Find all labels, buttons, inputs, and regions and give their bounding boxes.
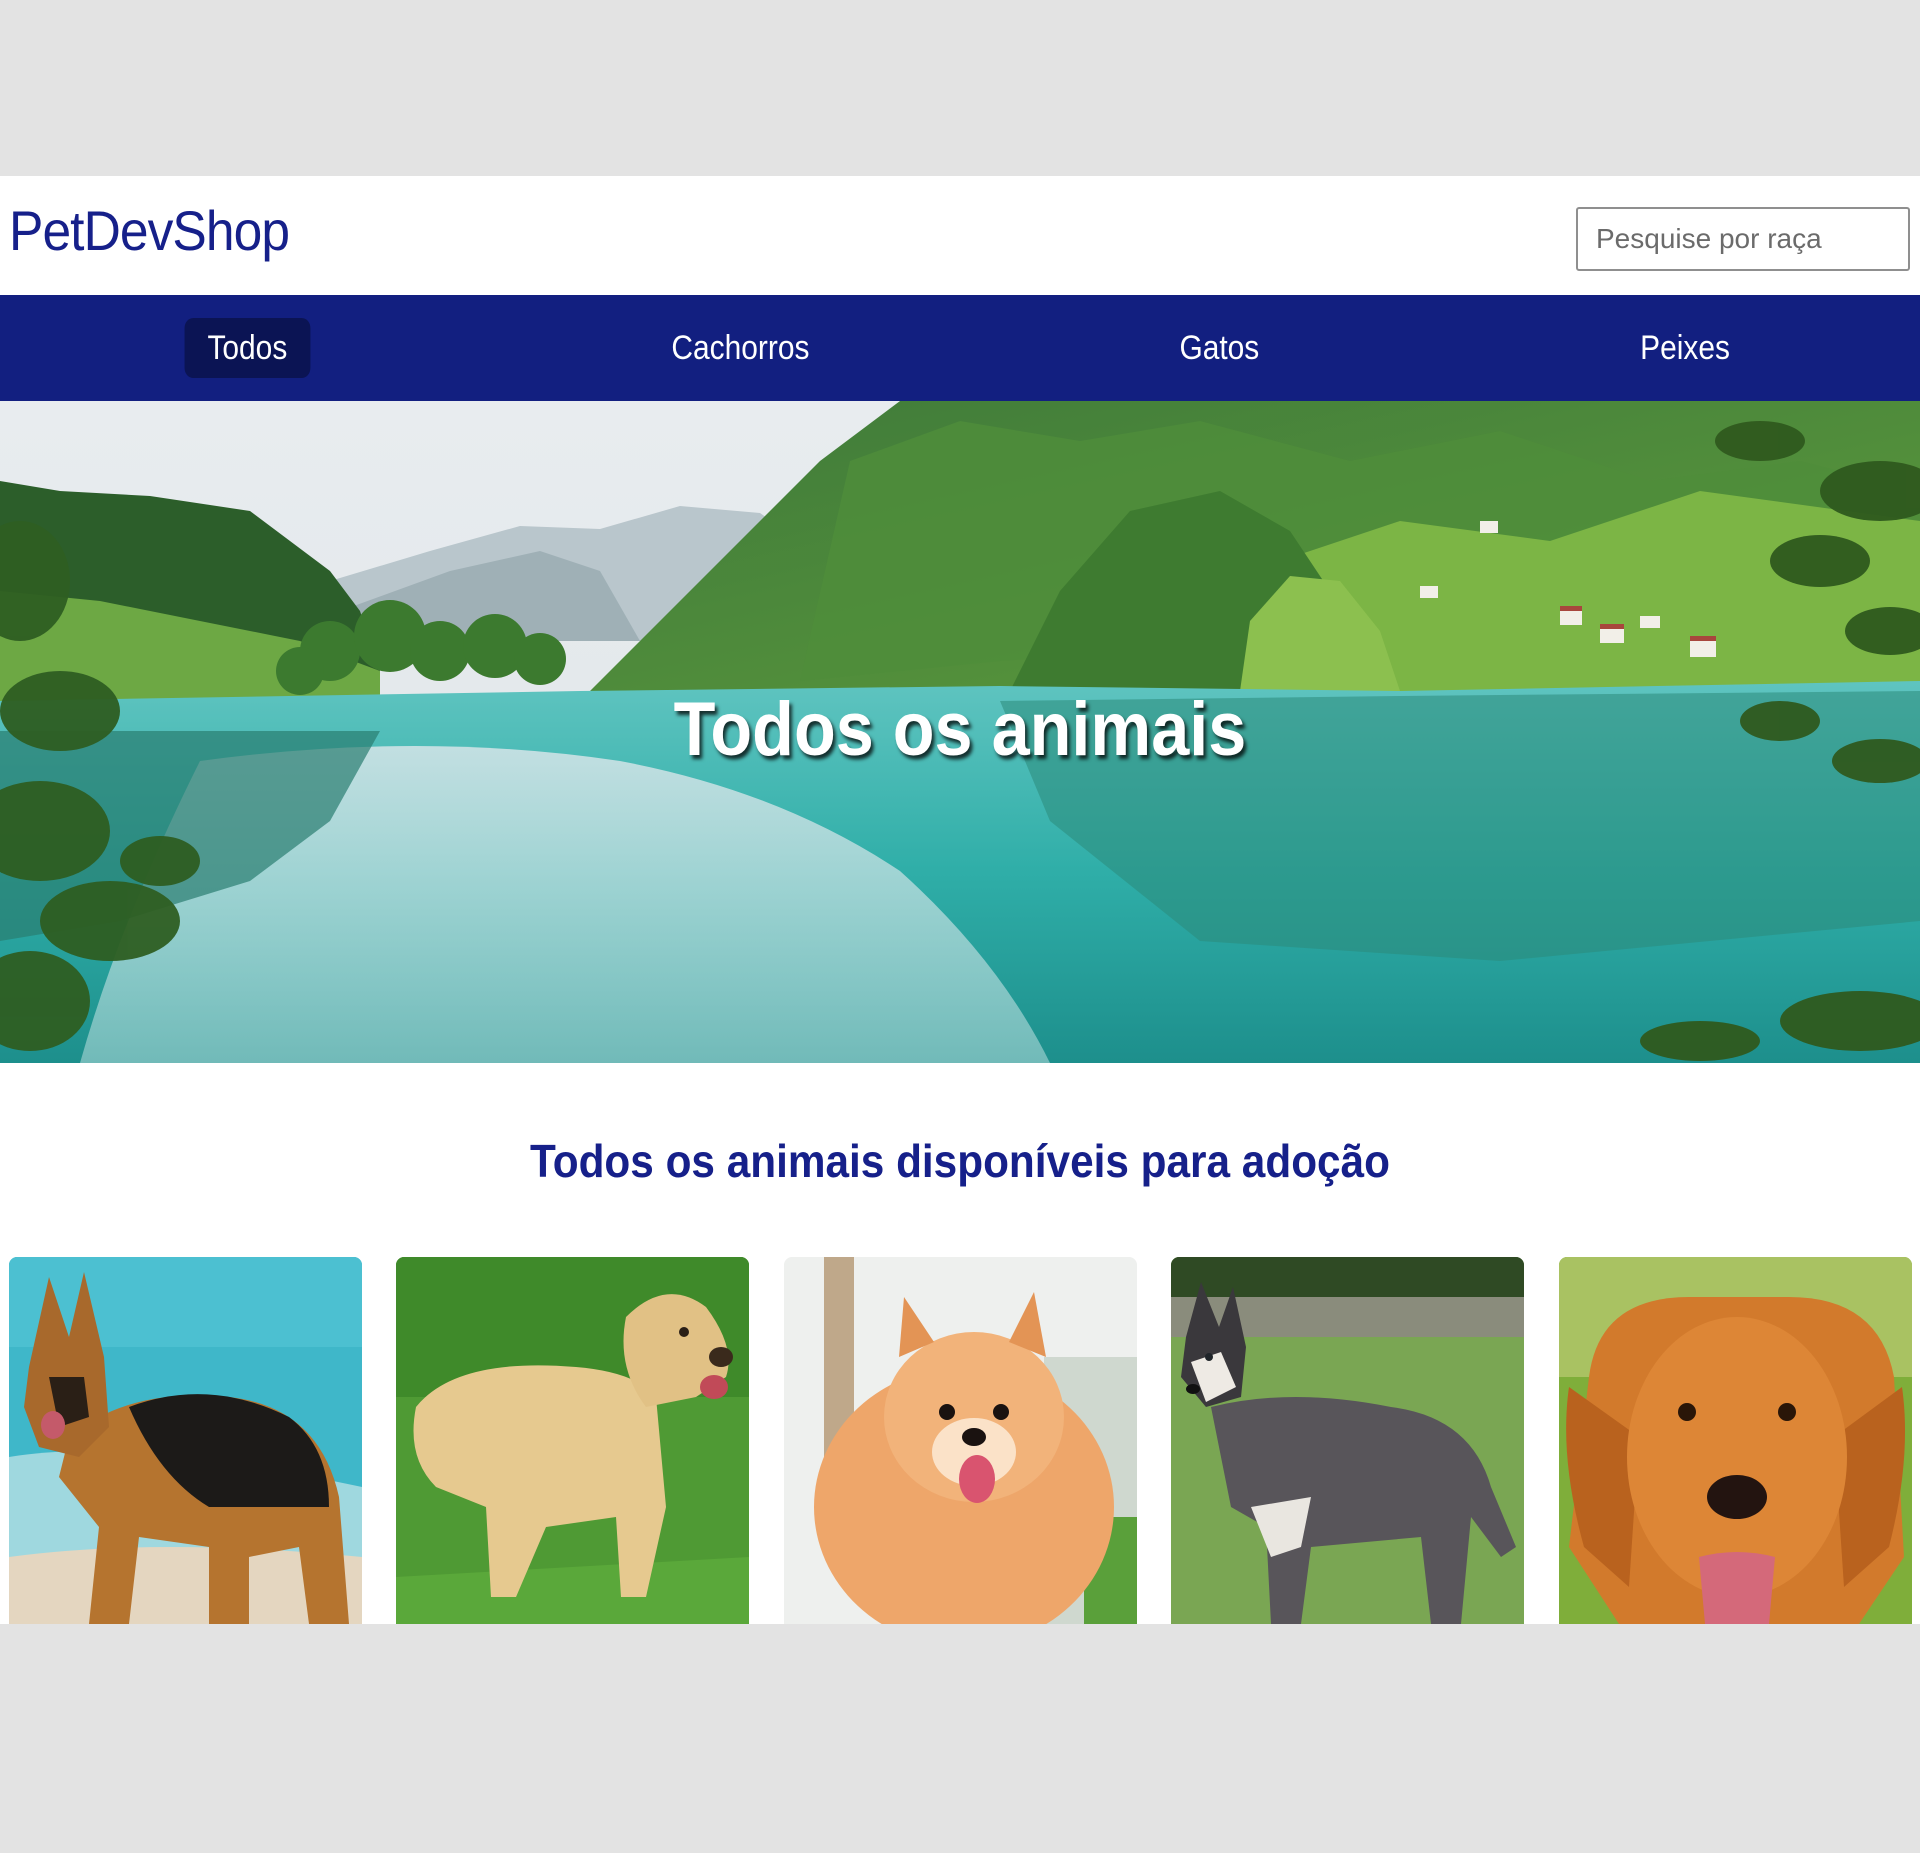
- hero-title: Todos os animais: [673, 687, 1247, 772]
- pet-card-husky[interactable]: [1171, 1257, 1524, 1624]
- german-shepherd-photo: [9, 1257, 362, 1624]
- site-header: PetDevShop: [0, 176, 1920, 295]
- pet-card-pomeranian[interactable]: [784, 1257, 1137, 1624]
- pet-card-golden-retriever[interactable]: [1559, 1257, 1912, 1624]
- pomeranian-photo: [784, 1257, 1137, 1624]
- nav-item-todos[interactable]: Todos: [184, 318, 311, 378]
- golden-retriever-photo: [1559, 1257, 1912, 1624]
- hero-banner: Todos os animais: [0, 401, 1920, 1063]
- site-logo[interactable]: PetDevShop: [9, 198, 290, 263]
- page: PetDevShop Todos Cachorros Gatos Peixes: [0, 176, 1920, 1624]
- section-title: Todos os animais disponíveis para adoção: [530, 1135, 1390, 1187]
- labrador-photo: [396, 1257, 749, 1624]
- nav-item-cachorros[interactable]: Cachorros: [649, 318, 833, 378]
- search-input[interactable]: [1576, 207, 1910, 271]
- category-nav: Todos Cachorros Gatos Peixes: [0, 295, 1920, 401]
- nav-item-peixes[interactable]: Peixes: [1617, 318, 1753, 378]
- husky-photo: [1171, 1257, 1524, 1624]
- nav-item-gatos[interactable]: Gatos: [1157, 318, 1283, 378]
- pet-card-labrador[interactable]: [396, 1257, 749, 1624]
- pet-card-german-shepherd[interactable]: [9, 1257, 362, 1624]
